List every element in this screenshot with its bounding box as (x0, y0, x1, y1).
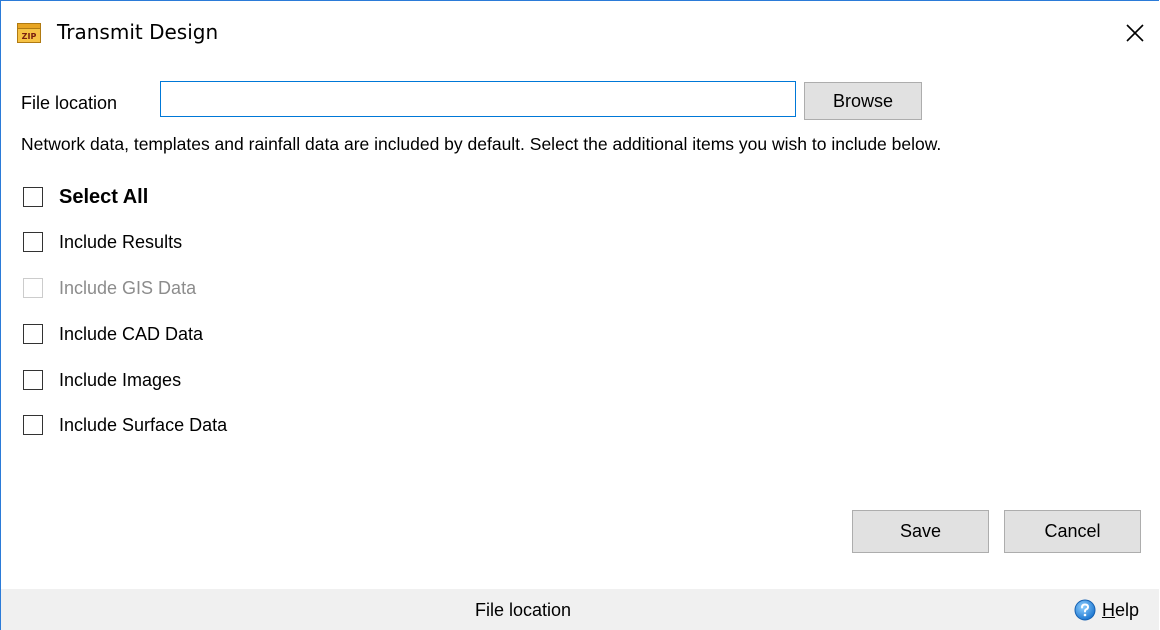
include-surface-data-checkbox[interactable] (23, 415, 43, 435)
transmit-design-dialog: ZIP Transmit Design File location Browse… (0, 0, 1159, 630)
include-surface-data-label: Include Surface Data (59, 414, 228, 435)
include-cad-data-label: Include CAD Data (59, 323, 204, 344)
help-label: Help (1101, 599, 1139, 620)
file-location-label: File location (21, 93, 118, 113)
include-gis-data-checkbox-row: Include GIS Data (23, 274, 196, 302)
help-circle-icon (1074, 599, 1096, 621)
include-results-checkbox-row[interactable]: Include Results (23, 228, 182, 256)
close-button[interactable] (1121, 19, 1149, 47)
include-gis-data-checkbox (23, 278, 43, 298)
include-images-checkbox[interactable] (23, 370, 43, 390)
select-all-checkbox[interactable] (23, 187, 43, 207)
include-cad-data-checkbox-row[interactable]: Include CAD Data (23, 320, 203, 348)
include-surface-data-checkbox-row[interactable]: Include Surface Data (23, 411, 227, 439)
zip-archive-icon: ZIP (17, 23, 41, 43)
svg-text:ZIP: ZIP (22, 32, 37, 41)
file-location-input[interactable] (160, 81, 796, 117)
select-all-checkbox-row[interactable]: Select All (23, 183, 148, 211)
cancel-button[interactable]: Cancel (1004, 510, 1141, 553)
title-bar: ZIP Transmit Design (1, 1, 1159, 63)
help-link[interactable]: Help (1074, 599, 1139, 621)
save-button[interactable]: Save (852, 510, 989, 553)
info-text: Network data, templates and rainfall dat… (21, 134, 942, 154)
include-cad-data-checkbox[interactable] (23, 324, 43, 344)
browse-button[interactable]: Browse (804, 82, 922, 120)
status-text: File location (475, 600, 572, 620)
include-images-checkbox-row[interactable]: Include Images (23, 366, 181, 394)
select-all-label: Select All (59, 185, 149, 208)
status-bar: File location Help (1, 589, 1159, 630)
window-title: Transmit Design (57, 20, 219, 44)
include-images-label: Include Images (59, 369, 182, 390)
include-gis-data-label: Include GIS Data (59, 277, 197, 298)
close-icon (1126, 24, 1144, 42)
include-results-checkbox[interactable] (23, 232, 43, 252)
include-results-label: Include Results (59, 231, 183, 252)
